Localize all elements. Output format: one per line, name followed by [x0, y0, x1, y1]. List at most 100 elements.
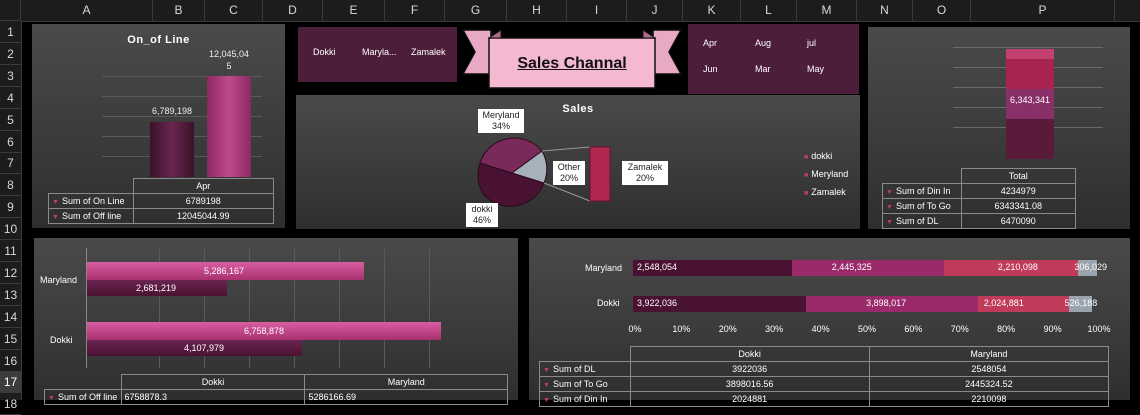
sales-pie-chart[interactable]	[472, 133, 612, 213]
offline-bar[interactable]	[207, 76, 251, 177]
online-pivot-table[interactable]: Apr ▼ Sum of On Line 6789198 ▼ Sum of Off l…	[48, 178, 274, 224]
gridline	[429, 248, 430, 368]
stacked-seg-to-go[interactable]: 3,898,017	[806, 296, 978, 312]
column-header-k[interactable]: K	[683, 0, 741, 21]
stacked-seg-dl[interactable]: 3,922,036	[633, 296, 807, 312]
stacked-row-label-dl[interactable]: ▼ Sum of DL	[539, 361, 631, 377]
gridline	[953, 47, 1103, 48]
row-header-2[interactable]: 2	[0, 43, 21, 65]
row-header-12[interactable]: 12	[0, 262, 21, 284]
stacked-axis-tick: 80%	[997, 324, 1016, 334]
stacked-chart-panel[interactable]: 0% 10% 20% 30% 40% 50% 60% 70% 80% 90% 100% Maryla…	[529, 238, 1130, 407]
branch-bar-panel[interactable]: Maryland Dokki 5,286,167 2,681,219 6,758…	[34, 238, 518, 405]
stacked-row-dokki[interactable]: 3,922,036 3,898,017 2,024,881 526,188	[633, 296, 1097, 312]
to-go-row-label[interactable]: ▼ Sum of To Go	[882, 198, 962, 214]
column-header-p[interactable]: P	[971, 0, 1115, 21]
stacked-seg-dl[interactable]: 2,548,054	[633, 260, 792, 276]
row-header-18[interactable]: 18	[0, 393, 21, 415]
slicer-item-jun[interactable]: Jun	[703, 64, 718, 74]
row-header-8[interactable]: 8	[0, 174, 21, 197]
slicer-item-apr[interactable]: Apr	[703, 38, 717, 48]
row-header-3[interactable]: 3	[0, 65, 21, 87]
column-header-l[interactable]: L	[741, 0, 797, 21]
stacked-axis-tick: 100%	[1087, 324, 1111, 334]
row-header-11[interactable]: 11	[0, 240, 21, 262]
branch-row-maryland: 5286166.69	[304, 389, 508, 405]
column-header-e[interactable]: E	[323, 0, 385, 21]
delivery-bar[interactable]	[1006, 59, 1054, 159]
slicer-item-maryland[interactable]: Maryla...	[362, 47, 397, 57]
stacked-row-label-din-in[interactable]: ▼ Sum of Din In	[539, 391, 631, 407]
pie-legend-dokki: ■ dokki	[804, 151, 833, 161]
row-header-14[interactable]: 14	[0, 306, 21, 328]
seg-label: 2,548,054	[637, 262, 678, 272]
select-all-corner[interactable]	[0, 0, 21, 21]
online-row-label[interactable]: ▼ Sum of On Line	[48, 193, 134, 209]
branch-pivot-table[interactable]: Dokki Maryland ▼ Sum of Off line 6758878.3 5…	[44, 374, 508, 405]
row-header-16[interactable]: 16	[0, 350, 21, 372]
column-header-j[interactable]: J	[627, 0, 683, 21]
pie-label-meryland: Meryland 34%	[478, 109, 524, 133]
branch-row-label[interactable]: ▼ Sum of Off line	[44, 389, 122, 405]
row-header-7[interactable]: 7	[0, 152, 21, 175]
column-header-h[interactable]: H	[507, 0, 567, 21]
column-header-c[interactable]: C	[205, 0, 263, 21]
delivery-panel[interactable]: 6,343,341 Total ▼ Sum of Din In 4234979 ▼ S…	[868, 27, 1130, 229]
stacked-row-label-to-go[interactable]: ▼ Sum of To Go	[539, 376, 631, 392]
row-header-1[interactable]: 1	[0, 21, 21, 43]
column-header-b[interactable]: B	[153, 0, 205, 21]
stacked-row-maryland[interactable]: 2,548,054 2,445,325 2,210,098 306,029	[633, 260, 1107, 276]
row-header-10[interactable]: 10	[0, 218, 21, 241]
stacked-pivot-table[interactable]: Dokki Maryland ▼ Sum of DL 3922036 2548054 ▼…	[539, 346, 1110, 407]
seg-label: 306,029	[1074, 262, 1107, 272]
offline-row-label[interactable]: ▼ Sum of Off line	[48, 208, 134, 224]
column-header-g[interactable]: G	[445, 0, 507, 21]
slicer-item-jul[interactable]: jul	[807, 38, 816, 48]
bar-dokki-online-label: 4,107,979	[183, 343, 225, 353]
stacked-to-go-dokki: 3898016.56	[629, 376, 870, 392]
gridline	[384, 248, 385, 368]
pie-label-dokki: dokki 46%	[466, 203, 498, 227]
row-header-6[interactable]: 6	[0, 131, 21, 153]
seg-label: 2,210,098	[997, 262, 1038, 272]
column-header-d[interactable]: D	[263, 0, 323, 21]
stacked-seg-other[interactable]: 306,029	[1074, 260, 1107, 276]
slicer-item-mar[interactable]: Mar	[755, 64, 771, 74]
month-slicer[interactable]: Apr Aug jul Jun Mar May	[688, 24, 859, 94]
column-header-m[interactable]: M	[797, 0, 857, 21]
online-bar[interactable]	[150, 122, 194, 177]
stacked-seg-to-go[interactable]: 2,445,325	[791, 260, 944, 276]
stacked-seg-other[interactable]: 526,188	[1065, 296, 1097, 312]
row-header-5[interactable]: 5	[0, 109, 21, 131]
to-go-row-value: 6343341.08	[960, 198, 1076, 214]
column-header-o[interactable]: O	[913, 0, 971, 21]
row-header-15[interactable]: 15	[0, 328, 21, 350]
stacked-axis-tick: 30%	[765, 324, 784, 334]
dl-row-label[interactable]: ▼ Sum of DL	[882, 213, 962, 229]
seg-label: 3,898,017	[866, 298, 907, 308]
bar-maryland-offline-label: 5,286,167	[203, 266, 245, 276]
bar-maryland-online-label: 2,681,219	[135, 283, 177, 293]
din-in-row-label[interactable]: ▼ Sum of Din In	[882, 183, 962, 199]
sales-pie-title: Sales	[562, 103, 594, 115]
column-header-n[interactable]: N	[857, 0, 913, 21]
sales-pie-panel[interactable]: Sales Meryland 34% Other 20% Zamalek 20% do…	[296, 95, 860, 229]
row-header-9[interactable]: 9	[0, 196, 21, 219]
branch-slicer[interactable]: Dokki Maryla... Zamalek	[298, 27, 457, 82]
row-header-4[interactable]: 4	[0, 87, 21, 109]
row-header-17[interactable]: 17	[0, 371, 21, 394]
slicer-item-zamalek[interactable]: Zamalek	[411, 47, 446, 57]
stacked-seg-din-in[interactable]: 2,210,098	[943, 260, 1079, 276]
column-header-a[interactable]: A	[21, 0, 153, 21]
column-header-i[interactable]: I	[567, 0, 627, 21]
slicer-item-dokki[interactable]: Dokki	[313, 47, 336, 57]
row-header-13[interactable]: 13	[0, 284, 21, 306]
column-header-f[interactable]: F	[385, 0, 445, 21]
delivery-pivot-table[interactable]: Total ▼ Sum of Din In 4234979 ▼ Sum of To G…	[882, 168, 1076, 229]
online-chart-panel[interactable]: On_of Line 6,789,198 12,045,04 5 Apr ▼ Su…	[32, 24, 285, 228]
category-label-dokki: Dokki	[50, 335, 73, 345]
stacked-seg-din-in[interactable]: 2,024,881	[977, 296, 1069, 312]
slicer-item-aug[interactable]: Aug	[755, 38, 771, 48]
bar-dokki-offline-label: 6,758,878	[243, 326, 285, 336]
slicer-item-may[interactable]: May	[807, 64, 824, 74]
